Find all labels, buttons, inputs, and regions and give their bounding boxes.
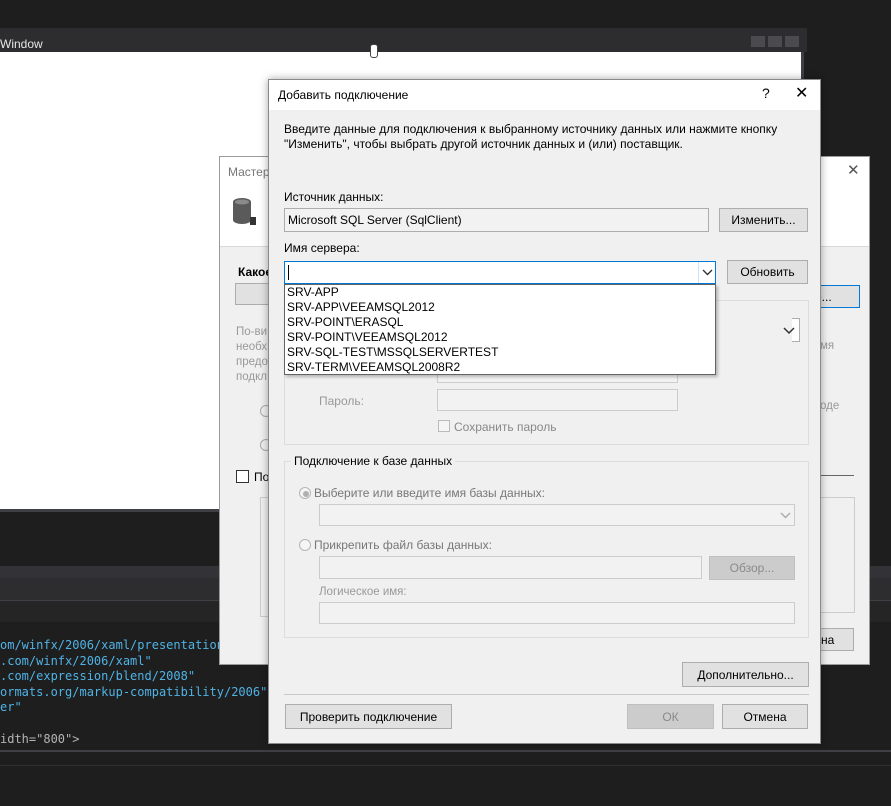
server-list-item[interactable]: SRV-APP: [285, 285, 715, 300]
wizard-close-icon[interactable]: ✕: [847, 161, 860, 179]
server-dropdown-toggle[interactable]: [698, 262, 715, 283]
password-field: [437, 389, 678, 411]
wizard-checkbox[interactable]: [236, 470, 249, 483]
database-file-field: [319, 556, 702, 579]
chevron-down-icon: [783, 327, 795, 335]
code-line: om/winfx/2006/xaml/presentation": [0, 638, 232, 652]
database-name-combobox: [319, 504, 795, 526]
server-list-item[interactable]: SRV-APP\VEEAMSQL2012: [285, 300, 715, 315]
password-label: Пароль:: [319, 394, 364, 408]
code-line: er": [0, 700, 22, 715]
data-source-field: Microsoft SQL Server (SqlClient): [284, 208, 709, 232]
test-connection-button[interactable]: Проверить подключение: [285, 704, 452, 729]
divider: [0, 765, 891, 766]
wizard-button[interactable]: на: [820, 628, 854, 651]
help-icon[interactable]: ?: [762, 85, 770, 101]
cancel-button[interactable]: Отмена: [722, 704, 808, 729]
database-group-label: Подключение к базе данных: [291, 454, 456, 468]
code-line: ormats.org/markup-compatibility/2006": [0, 684, 268, 699]
close-icon[interactable]: [785, 36, 799, 47]
text-cursor: [288, 265, 289, 280]
save-password-label: Сохранить пароль: [454, 420, 557, 434]
change-data-source-button[interactable]: Изменить...: [719, 208, 808, 232]
server-name-combobox[interactable]: [284, 261, 716, 284]
database-icon: [233, 198, 256, 225]
server-list-item[interactable]: SRV-POINT\VEEAMSQL2012: [285, 330, 715, 345]
logical-name-label: Логическое имя:: [319, 586, 407, 598]
server-list-item[interactable]: SRV-POINT\ERASQL: [285, 315, 715, 330]
divider: [284, 694, 809, 695]
dialog-title: Добавить подключение: [278, 88, 409, 102]
wizard-title: Мастер: [228, 165, 270, 179]
server-list-item[interactable]: SRV-TERM\VEEAMSQL2008R2: [285, 360, 715, 375]
maximize-icon[interactable]: [768, 36, 782, 47]
code-line: .com/winfx/2006/xaml": [0, 653, 152, 668]
data-source-label: Источник данных:: [284, 190, 384, 204]
divider: [820, 475, 854, 476]
wizard-right-box: [820, 497, 855, 613]
minimize-icon[interactable]: [751, 36, 765, 47]
logical-name-field: [319, 602, 795, 624]
refresh-button[interactable]: Обновить: [727, 260, 808, 284]
code-line: .com/expression/blend/2008": [0, 669, 196, 684]
advanced-button[interactable]: Дополнительно...: [682, 662, 809, 687]
attach-database-radio: [299, 539, 311, 551]
add-connection-dialog: Добавить подключение ? ✕ Введите данные …: [268, 79, 821, 744]
radio-selected-dot: [303, 491, 309, 497]
wizard-question-heading: Какое: [238, 265, 272, 279]
server-list-item[interactable]: SRV-SQL-TEST\MSSQLSERVERTEST: [285, 345, 715, 360]
ok-button: ОК: [627, 704, 714, 729]
dialog-description: Введите данные для подключения к выбранн…: [284, 122, 778, 151]
code-line: idth="800">: [0, 731, 80, 746]
close-icon[interactable]: ✕: [795, 83, 808, 103]
divider: [0, 750, 891, 752]
resize-handle-icon[interactable]: [370, 44, 378, 58]
wizard-description-text: По-ви необх предо подкл: [236, 326, 268, 383]
browse-button: Обзор...: [709, 556, 795, 580]
wizard-list-box: [260, 497, 268, 617]
wizard-right-text: мя оде: [820, 340, 840, 412]
designer-window-title-bar: [0, 28, 807, 52]
attach-database-label: Прикрепить файл базы данных:: [314, 538, 492, 552]
select-database-radio: [299, 487, 311, 499]
chevron-down-icon: [702, 269, 713, 276]
server-list-dropdown[interactable]: SRV-APP SRV-APP\VEEAMSQL2012 SRV-POINT\E…: [284, 284, 716, 375]
save-password-checkbox: [438, 420, 450, 432]
chevron-down-icon: [780, 512, 791, 519]
server-name-label: Имя сервера:: [284, 241, 360, 255]
designer-window-title: Window: [0, 37, 43, 51]
select-database-label: Выберите или введите имя базы данных:: [314, 486, 545, 500]
